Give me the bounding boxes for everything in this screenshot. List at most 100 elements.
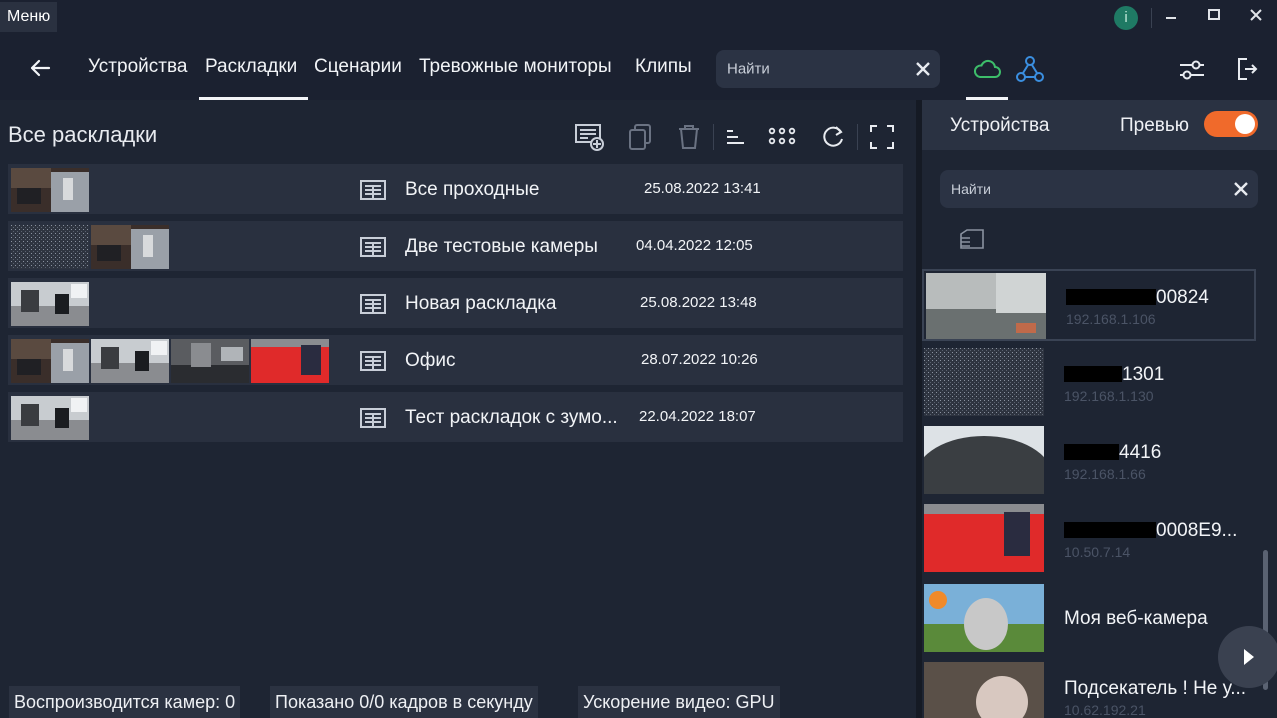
play-triangle-icon: [1244, 649, 1254, 665]
device-name: Подсекатель ! Не у...: [1064, 678, 1247, 699]
layout-row[interactable]: Тест раскладок с зумо... 22.04.2022 18:0…: [8, 392, 903, 442]
camera-thumbnail: [11, 225, 89, 269]
minimize-button[interactable]: [1158, 6, 1184, 30]
expand-panel-button[interactable]: [1218, 626, 1277, 688]
device-thumbnail: [924, 426, 1044, 494]
camera-thumbnail: [91, 225, 169, 269]
device-ip: 192.168.1.130: [1064, 388, 1154, 404]
preview-toggle[interactable]: [1204, 111, 1258, 137]
toolbar-divider: [857, 124, 858, 150]
cloud-icon: [974, 59, 1001, 78]
layout-date: 22.04.2022 18:07: [639, 408, 756, 425]
network-button[interactable]: [1015, 55, 1045, 83]
device-name: 4416: [1064, 442, 1161, 464]
device-ip: 10.50.7.14: [1064, 544, 1131, 560]
layout-row[interactable]: Офис 28.07.2022 10:26: [8, 335, 903, 385]
redacted-block: [1064, 366, 1122, 382]
device-name: 00824: [1066, 287, 1209, 309]
toolbar-divider: [713, 124, 714, 150]
redacted-block: [1066, 289, 1156, 305]
arrow-left-icon: [30, 59, 51, 77]
device-name: Моя веб-камера: [1064, 608, 1208, 629]
fullscreen-icon: [870, 125, 894, 149]
device-thumbnail: [924, 504, 1044, 572]
layout-name: Две тестовые камеры: [405, 236, 598, 257]
layout-row[interactable]: Две тестовые камеры 04.04.2022 12:05: [8, 221, 903, 271]
sort-icon: [727, 130, 744, 144]
layout-date: 25.08.2022 13:41: [644, 180, 761, 197]
delete-layout-button[interactable]: [674, 122, 704, 152]
devices-panel: Устройства Превью Найти 00824 192.168.1.…: [922, 100, 1277, 718]
sort-button[interactable]: [722, 122, 752, 152]
device-thumbnail: [924, 348, 1044, 416]
cloud-button[interactable]: [972, 56, 1002, 82]
nav-search[interactable]: Найти: [716, 50, 940, 88]
layout-name: Тест раскладок с зумо...: [405, 407, 618, 428]
grid-view-button[interactable]: [767, 122, 797, 152]
status-fps: Показано 0/0 кадров в секунду: [270, 686, 538, 718]
status-acceleration: Ускорение видео: GPU: [578, 686, 780, 718]
device-item[interactable]: 00824 192.168.1.106: [922, 269, 1256, 341]
status-cameras: Воспроизводится камер: 0: [9, 686, 241, 718]
maximize-icon: [1208, 9, 1220, 20]
add-layout-icon: [575, 124, 604, 151]
layout-date: 04.04.2022 12:05: [636, 237, 753, 254]
back-button[interactable]: [26, 54, 54, 82]
device-item[interactable]: 1301 192.168.1.130: [922, 348, 1277, 420]
device-folder-icon: [960, 229, 984, 249]
settings-button[interactable]: [1178, 58, 1206, 82]
copy-layout-button[interactable]: [626, 122, 656, 152]
title-bar: Меню i: [0, 0, 1277, 36]
close-window-button[interactable]: [1243, 6, 1269, 30]
copy-icon: [629, 124, 651, 150]
clear-search-icon[interactable]: [1234, 182, 1248, 196]
tab-layouts[interactable]: Раскладки: [205, 56, 297, 78]
tab-alarm-monitors[interactable]: Тревожные мониторы: [419, 56, 612, 78]
layout-name: Новая раскладка: [405, 293, 557, 314]
tab-scenarios[interactable]: Сценарии: [314, 56, 402, 78]
camera-thumbnail: [11, 339, 89, 383]
maximize-button[interactable]: [1201, 6, 1227, 30]
layout-row[interactable]: Все проходные 25.08.2022 13:41: [8, 164, 903, 214]
layout-icon: [360, 237, 386, 257]
tab-clips[interactable]: Клипы: [635, 56, 692, 78]
device-filter-button[interactable]: [958, 226, 986, 252]
top-navigation: Устройства Раскладки Сценарии Тревожные …: [0, 36, 1277, 100]
fullscreen-button[interactable]: [867, 122, 897, 152]
camera-thumbnail: [11, 396, 89, 440]
layout-name: Офис: [405, 350, 456, 371]
device-thumbnail: [926, 273, 1046, 341]
preview-label: Превью: [1120, 115, 1190, 136]
device-thumbnail: [924, 584, 1044, 652]
tab-devices[interactable]: Устройства: [88, 56, 187, 78]
clear-search-icon[interactable]: [916, 62, 930, 76]
menu-button[interactable]: Меню: [0, 2, 58, 32]
titlebar-divider: [1151, 8, 1152, 28]
devices-panel-title: Устройства: [950, 115, 1050, 136]
camera-thumbnail: [91, 339, 169, 383]
sliders-icon: [1180, 60, 1204, 80]
network-topology-icon: [1016, 56, 1044, 82]
redacted-block: [1064, 522, 1156, 538]
layout-icon: [360, 294, 386, 314]
device-ip: 192.168.1.66: [1064, 466, 1146, 482]
camera-thumbnail: [251, 339, 329, 383]
layout-row[interactable]: Новая раскладка 25.08.2022 13:48: [8, 278, 903, 328]
devices-search[interactable]: Найти: [940, 170, 1258, 208]
devices-search-placeholder: Найти: [951, 181, 991, 197]
logout-button[interactable]: [1235, 56, 1259, 82]
info-icon[interactable]: i: [1114, 6, 1138, 30]
minimize-icon: [1166, 17, 1176, 19]
devices-panel-header: Устройства Превью: [922, 100, 1277, 150]
layout-icon: [360, 180, 386, 200]
add-layout-button[interactable]: [574, 122, 604, 152]
refresh-button[interactable]: [818, 122, 848, 152]
camera-thumbnail: [11, 282, 89, 326]
device-ip: 192.168.1.106: [1066, 311, 1156, 327]
layout-date: 28.07.2022 10:26: [641, 351, 758, 368]
device-item[interactable]: 4416 192.168.1.66: [922, 426, 1277, 498]
device-item[interactable]: 0008E9... 10.50.7.14: [922, 504, 1277, 576]
device-thumbnail: [924, 662, 1044, 718]
device-ip: 10.62.192.21: [1064, 702, 1146, 718]
device-name: 0008E9...: [1064, 520, 1237, 542]
